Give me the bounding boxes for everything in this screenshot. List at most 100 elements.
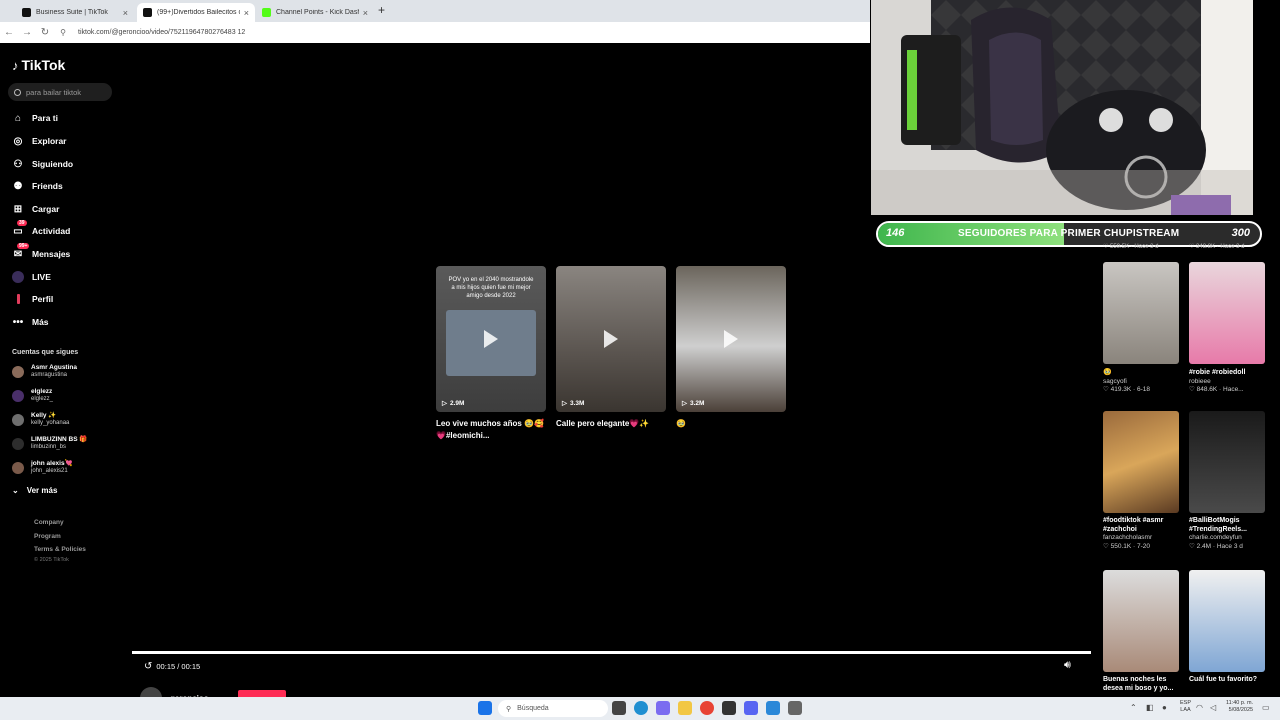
nav-item-actividad[interactable]: ▭ 39 Actividad <box>12 220 70 238</box>
task-view-icon[interactable] <box>612 701 626 715</box>
account-handle: limbuzinn_bs <box>31 444 67 450</box>
volume-icon[interactable]: 🔊︎ <box>1064 659 1071 672</box>
nav-item-mensajes[interactable]: ✉ 99+ Mensajes <box>12 243 70 261</box>
recommended-video-thumbnail[interactable] <box>1103 262 1179 364</box>
recommended-video-info[interactable]: #BalliBotMogis #TrendingReels... charlie… <box>1189 517 1267 551</box>
video-progress-bar[interactable] <box>132 651 1091 654</box>
nav-item-cargar[interactable]: ⊞ Cargar <box>12 202 60 216</box>
url-field[interactable]: tiktok.com/@geroncioo/video/752119647802… <box>78 29 245 36</box>
recommended-video-info[interactable]: Buenas noches les desea mi boso y yo... <box>1103 676 1181 693</box>
network-icon[interactable]: ◧ <box>1146 703 1154 712</box>
settings-icon[interactable] <box>788 701 802 715</box>
search-input[interactable]: para bailar tiktok <box>8 83 112 101</box>
mic-icon[interactable]: ● <box>1162 703 1167 712</box>
close-tab-icon[interactable]: × <box>244 8 249 18</box>
recommended-video-info[interactable]: #robie #robiedoll robieee ♡ 848.6K · Hac… <box>1189 369 1267 395</box>
rec-title: #BalliBotMogis #TrendingReels... <box>1189 517 1247 533</box>
play-icon <box>724 330 738 348</box>
recommended-video-thumbnail[interactable] <box>1103 570 1179 672</box>
taskbar-search[interactable]: ⚲ Búsqueda <box>498 700 608 717</box>
rec-stats: ♡ 848.6K · Hace... <box>1189 386 1244 393</box>
notification-icon[interactable]: ▭ <box>1262 703 1270 712</box>
video-card[interactable]: ▷ 3.3M <box>556 266 666 412</box>
file-explorer-icon[interactable] <box>678 701 692 715</box>
nav-label: Perfil <box>32 294 54 304</box>
see-more-button[interactable]: ⌄ Ver más <box>12 486 57 495</box>
video-overlay-text: POV yo en el 2040 mostrandole a mis hijo… <box>448 277 534 299</box>
close-tab-icon[interactable]: × <box>123 8 128 18</box>
nav-item-live[interactable]: LIVE <box>12 270 51 284</box>
followed-account[interactable]: elglezz elglezz_ <box>12 388 53 403</box>
nav-item-siguiendo[interactable]: ⚇ Siguiendo <box>12 157 74 171</box>
logo-text: TikTok <box>21 57 66 73</box>
sidebar: ♪ TikTok para bailar tiktok ⌂ Para ti ◎ … <box>0 44 130 694</box>
back-icon[interactable]: ← <box>0 27 18 38</box>
video-card[interactable]: ▷ 3.2M <box>676 266 786 412</box>
chevron-up-icon[interactable]: ⌃ <box>1130 703 1137 712</box>
recommended-video-info[interactable]: #foodtiktok #asmr #zachchoi fanzachchola… <box>1103 517 1181 551</box>
tiktok-note-icon: ♪ <box>12 57 19 73</box>
app-icon[interactable] <box>766 701 780 715</box>
account-handle: elglezz_ <box>31 396 54 402</box>
discord-icon[interactable] <box>744 701 758 715</box>
video-title[interactable]: 🥹 <box>676 418 788 430</box>
site-info-icon[interactable]: ⚲ <box>54 28 72 37</box>
volume-icon[interactable]: ◁ <box>1210 703 1216 712</box>
windows-start-icon[interactable] <box>478 701 492 715</box>
followed-account[interactable]: john alexis💘 john_alexis21 <box>12 460 73 475</box>
avatar <box>12 437 24 450</box>
play-small-icon: ▷ <box>682 400 687 407</box>
nav-item-para-ti[interactable]: ⌂ Para ti <box>12 111 58 125</box>
avatar <box>12 365 24 378</box>
followed-account[interactable]: Asmr Agustina asmragustina <box>12 364 77 379</box>
clock-date: 5/08/2025 <box>1228 707 1254 713</box>
browser-tab-active[interactable]: (99+)Divertidos Bailecitos con × <box>137 3 255 22</box>
copyright-text: © 2025 TikTok <box>34 557 69 563</box>
recommended-video-thumbnail[interactable] <box>1189 570 1265 672</box>
nav-item-mas[interactable]: ••• Más <box>12 315 49 329</box>
close-tab-icon[interactable]: × <box>363 8 368 18</box>
browser-tab[interactable]: Business Suite | TikTok × <box>16 3 134 22</box>
reload-icon[interactable]: ↻ <box>36 27 54 38</box>
nav-label: Friends <box>32 181 63 191</box>
rec-stats: ♡ 550.1K · 7-20 <box>1103 542 1151 550</box>
profile-icon <box>12 293 24 305</box>
playback-time: ↺ 00:15 / 00:15 <box>144 661 200 672</box>
recommended-video-thumbnail[interactable] <box>1103 411 1179 513</box>
replay-icon[interactable]: ↺ <box>144 661 152 672</box>
footer-link-terms[interactable]: Terms & Policies <box>34 546 86 553</box>
recommended-video-info[interactable]: Cuál fue tu favorito? <box>1189 676 1267 685</box>
nav-item-perfil[interactable]: Perfil <box>12 292 53 306</box>
obs-icon[interactable] <box>722 701 736 715</box>
recommended-video-thumbnail[interactable] <box>1189 262 1265 364</box>
followed-account[interactable]: LIMBUZINN BS 🎁 limbuzinn_bs <box>12 436 87 451</box>
video-card[interactable]: POV yo en el 2040 mostrandole a mis hijo… <box>436 266 546 412</box>
account-handle: john_alexis21 <box>31 468 68 474</box>
language-indicator[interactable]: ESP LAA <box>1180 700 1191 714</box>
account-name: Asmr Agustina <box>31 364 77 371</box>
system-clock[interactable]: 11:40 p. m. 5/08/2025 <box>1226 700 1253 714</box>
followed-account[interactable]: Kelly ✨ kelly_yohanaa <box>12 412 69 427</box>
wifi-icon[interactable]: ◠ <box>1196 703 1203 712</box>
time-text: 00:15 / 00:15 <box>156 662 201 671</box>
chrome-icon[interactable] <box>700 701 714 715</box>
video-title[interactable]: Leo vive muchos años 🥹🥰💗#leomichi... <box>436 418 548 442</box>
forward-icon[interactable]: → <box>18 27 36 38</box>
chevron-down-icon: ⌄ <box>12 486 19 495</box>
new-tab-icon[interactable]: + <box>378 3 385 17</box>
browser-tab[interactable]: Channel Points - Kick Dashboard × <box>256 3 374 22</box>
edge-icon[interactable] <box>634 701 648 715</box>
nav-item-friends[interactable]: ⚉ Friends <box>12 179 63 193</box>
recommended-video-thumbnail[interactable] <box>1189 411 1265 513</box>
nav-item-explorar[interactable]: ◎ Explorar <box>12 134 67 148</box>
footer-link-program[interactable]: Program <box>34 533 61 540</box>
footer-link-company[interactable]: Company <box>34 519 64 526</box>
recommended-video-info[interactable]: 🥹 sagcyofi ♡ 419.3K · 6-18 <box>1103 369 1181 395</box>
tiktok-logo[interactable]: ♪ TikTok <box>12 57 65 73</box>
copilot-icon[interactable] <box>656 701 670 715</box>
messages-badge: 99+ <box>17 243 30 249</box>
goal-current: 146 <box>886 227 905 239</box>
lang-line: LAA <box>1180 707 1191 713</box>
rec-title: Cuál fue tu favorito? <box>1189 676 1258 683</box>
video-title[interactable]: Calle pero elegante💗✨ <box>556 418 668 430</box>
